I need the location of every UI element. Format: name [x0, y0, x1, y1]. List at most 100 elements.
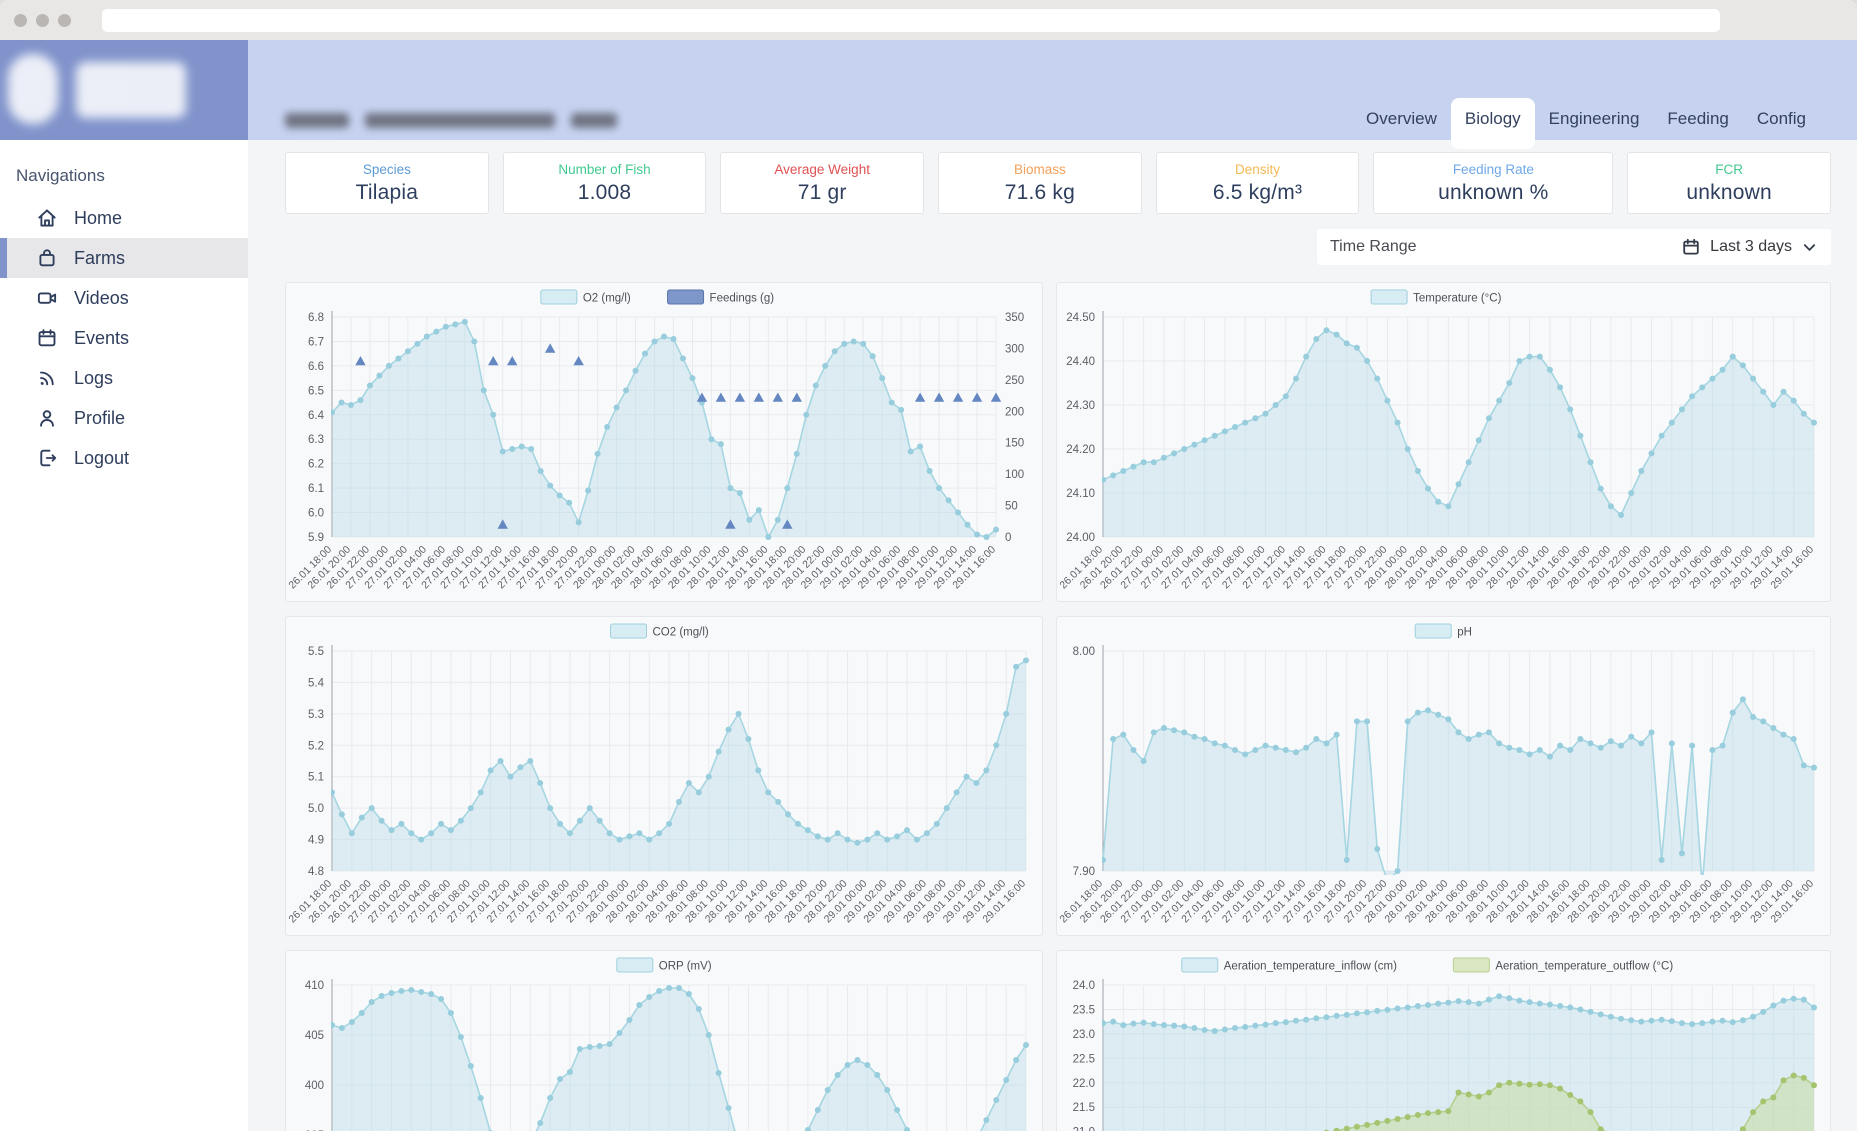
tab-engineering[interactable]: Engineering: [1535, 98, 1654, 140]
sidebar-item-home[interactable]: Home: [0, 198, 248, 238]
chart-ph-plot: 8.007.9026.01 18:0026.01 20:0026.01 22:0…: [1057, 617, 1830, 935]
profile-icon: [36, 407, 58, 429]
tab-overview[interactable]: Overview: [1352, 98, 1451, 140]
svg-text:0: 0: [1005, 532, 1011, 544]
chart-o2-feedings: 6.86.76.66.56.46.36.26.16.05.93503002502…: [285, 282, 1043, 602]
svg-text:5.3: 5.3: [308, 709, 324, 721]
stat-label: FCR: [1715, 162, 1743, 177]
stat-card-species: SpeciesTilapia: [285, 152, 489, 214]
logo-blur-mark: [8, 54, 58, 124]
tab-biology[interactable]: Biology: [1451, 98, 1535, 149]
svg-text:Feedings (g): Feedings (g): [710, 293, 775, 305]
svg-text:21.0: 21.0: [1073, 1127, 1095, 1131]
time-range-select[interactable]: Time Range Last 3 days: [1317, 229, 1831, 265]
svg-text:pH: pH: [1457, 627, 1472, 639]
svg-text:6.1: 6.1: [308, 483, 324, 495]
svg-text:410: 410: [305, 980, 324, 992]
farm-icon: [36, 247, 58, 269]
window-control-dot[interactable]: [58, 14, 71, 27]
window-control-dot[interactable]: [36, 14, 49, 27]
sidebar: Navigations HomeFarmsVideosEventsLogsPro…: [0, 40, 248, 1131]
chart-aeration-temperature: 24.023.523.022.522.021.521.020.520.019.5…: [1056, 950, 1831, 1131]
stat-label: Number of Fish: [558, 162, 650, 177]
svg-text:5.1: 5.1: [308, 772, 324, 784]
chart-aeration-temperature-plot: 24.023.523.022.522.021.521.020.520.019.5…: [1057, 951, 1830, 1131]
svg-text:21.5: 21.5: [1073, 1102, 1095, 1114]
sidebar-item-logout[interactable]: Logout: [0, 438, 248, 478]
video-icon: [36, 287, 58, 309]
stat-label: Feeding Rate: [1453, 162, 1534, 177]
svg-text:O2 (mg/l): O2 (mg/l): [583, 293, 631, 305]
browser-window: Navigations HomeFarmsVideosEventsLogsPro…: [0, 0, 1857, 1131]
app-logo: [0, 40, 248, 140]
farm-title-blob: [285, 113, 349, 128]
stat-value: 6.5 kg/m³: [1213, 181, 1302, 205]
stat-value: unknown: [1686, 181, 1771, 205]
chart-orp-plot: 41040540039539026.01 18:0026.01 20:0026.…: [286, 951, 1042, 1131]
svg-text:300: 300: [1005, 343, 1024, 355]
time-range-value: Last 3 days: [1710, 238, 1792, 256]
chart-o2-feedings-plot: 6.86.76.66.56.46.36.26.16.05.93503002502…: [286, 283, 1042, 601]
chevron-down-icon: [1801, 239, 1818, 256]
svg-text:ORP (mV): ORP (mV): [659, 961, 712, 973]
svg-text:23.5: 23.5: [1073, 1004, 1095, 1016]
charts-grid: 6.86.76.66.56.46.36.26.16.05.93503002502…: [285, 282, 1831, 1131]
tab-config[interactable]: Config: [1743, 98, 1820, 140]
svg-text:Aeration_temperature_inflow (c: Aeration_temperature_inflow (cm): [1224, 961, 1397, 973]
svg-text:CO2 (mg/l): CO2 (mg/l): [653, 627, 709, 639]
stat-value: 1.008: [578, 181, 632, 205]
svg-text:405: 405: [305, 1030, 324, 1042]
svg-text:150: 150: [1005, 438, 1024, 450]
farm-title-blob: [365, 113, 555, 128]
svg-text:50: 50: [1005, 501, 1018, 513]
sidebar-item-videos[interactable]: Videos: [0, 278, 248, 318]
stat-label: Biomass: [1014, 162, 1066, 177]
stat-card-feeding-rate: Feeding Rate unknown %: [1373, 152, 1613, 214]
svg-text:250: 250: [1005, 375, 1024, 387]
stat-value: 71.6 kg: [1005, 181, 1075, 205]
stat-card-average-weight: Average Weight 71 gr: [720, 152, 924, 214]
svg-text:24.00: 24.00: [1066, 532, 1095, 544]
farm-title-blob: [571, 113, 617, 128]
svg-text:200: 200: [1005, 406, 1024, 418]
sidebar-item-events[interactable]: Events: [0, 318, 248, 358]
svg-text:24.0: 24.0: [1073, 980, 1095, 992]
time-range-label: Time Range: [1330, 238, 1417, 256]
svg-text:6.3: 6.3: [308, 434, 324, 446]
sidebar-item-profile[interactable]: Profile: [0, 398, 248, 438]
svg-text:23.0: 23.0: [1073, 1029, 1095, 1041]
sidebar-item-farms[interactable]: Farms: [0, 238, 248, 278]
svg-text:5.9: 5.9: [308, 532, 324, 544]
header-tabs: OverviewBiologyEngineeringFeedingConfig: [1352, 98, 1820, 140]
svg-text:5.2: 5.2: [308, 740, 324, 752]
svg-text:24.50: 24.50: [1066, 312, 1095, 324]
stat-card-biomass: Biomass 71.6 kg: [938, 152, 1142, 214]
svg-text:5.5: 5.5: [308, 646, 324, 658]
svg-text:24.30: 24.30: [1066, 400, 1095, 412]
chart-ph: 8.007.9026.01 18:0026.01 20:0026.01 22:0…: [1056, 616, 1831, 936]
browser-chrome: [0, 0, 1857, 40]
svg-text:22.0: 22.0: [1073, 1078, 1095, 1090]
sidebar-item-logs[interactable]: Logs: [0, 358, 248, 398]
stat-value: Tilapia: [356, 181, 418, 205]
chart-temperature: 24.5024.4024.3024.2024.1024.0026.01 18:0…: [1056, 282, 1831, 602]
tab-feeding[interactable]: Feeding: [1653, 98, 1742, 140]
sidebar-nav: HomeFarmsVideosEventsLogsProfileLogout: [0, 198, 248, 478]
svg-text:6.7: 6.7: [308, 336, 324, 348]
svg-text:5.4: 5.4: [308, 677, 325, 689]
window-control-dot[interactable]: [14, 14, 27, 27]
svg-text:Aeration_temperature_outflow (: Aeration_temperature_outflow (°C): [1495, 961, 1673, 973]
farm-title-blurred: [285, 113, 617, 128]
stat-value: unknown %: [1438, 181, 1548, 205]
calendar-icon: [1681, 237, 1701, 257]
stat-card-density: Density6.5 kg/m³: [1156, 152, 1360, 214]
stat-value: 71 gr: [798, 181, 847, 205]
stat-label: Average Weight: [774, 162, 870, 177]
chart-orp: 41040540039539026.01 18:0026.01 20:0026.…: [285, 950, 1043, 1131]
logo-blur-text: [76, 62, 186, 118]
url-bar[interactable]: [102, 9, 1720, 32]
stats-row: SpeciesTilapia Number of Fish 1.008 Average…: [285, 152, 1831, 214]
svg-text:Temperature (°C): Temperature (°C): [1413, 293, 1501, 305]
svg-text:100: 100: [1005, 469, 1024, 481]
logs-icon: [36, 367, 58, 389]
